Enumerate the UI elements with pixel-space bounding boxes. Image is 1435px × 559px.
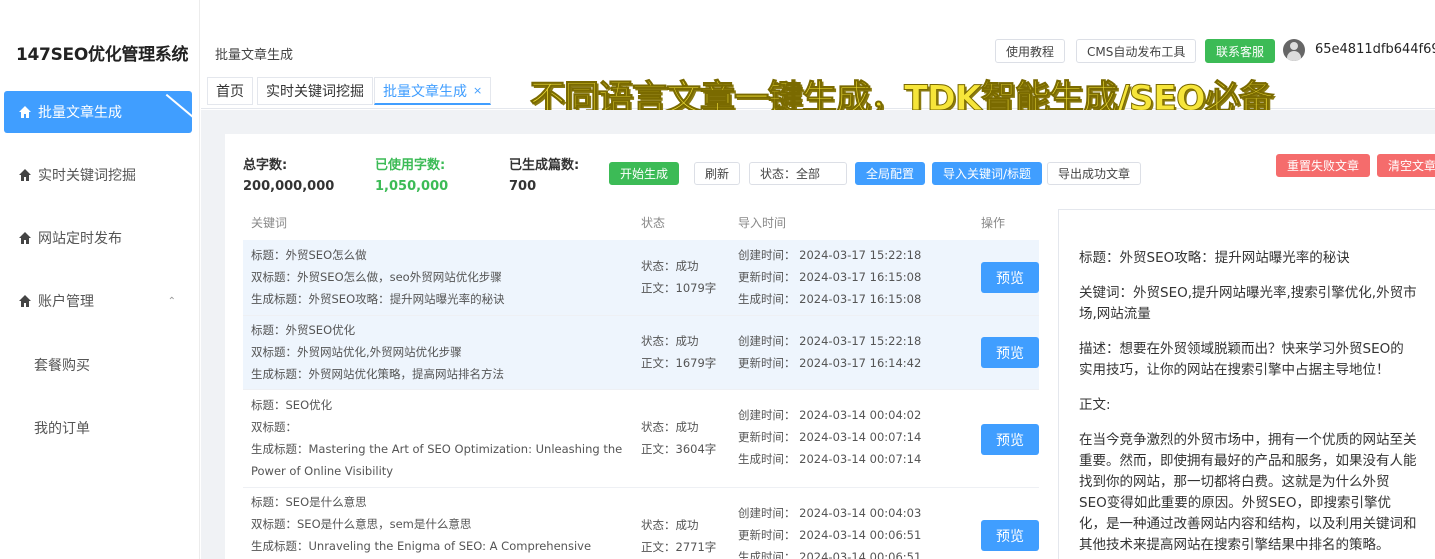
- sidebar-item-label: 账户管理: [38, 294, 94, 310]
- sidebar-item-account[interactable]: 账户管理 ⌃: [4, 280, 192, 322]
- table-row[interactable]: 标题：SEO优化 双标题： 生成标题：Mastering the Art of …: [243, 390, 1039, 488]
- sidebar-subitem-orders[interactable]: 我的订单: [34, 418, 90, 438]
- generated-count-stat: 已生成篇数: 700: [509, 158, 580, 194]
- sidebar-item-scheduled-publish[interactable]: 网站定时发布: [4, 217, 192, 259]
- table-row[interactable]: 标题：外贸SEO优化 双标题：外贸网站优化,外贸网站优化步骤 生成标题：外贸网站…: [243, 316, 1039, 390]
- total-words-stat: 总字数: 200,000,000: [243, 158, 335, 194]
- tab-home[interactable]: 首页: [207, 77, 253, 105]
- table-header: 关键词 状态 导入时间 操作: [251, 216, 1006, 230]
- sidebar-item-label: 批量文章生成: [38, 105, 122, 121]
- used-words-stat: 已使用字数: 1,050,000: [375, 158, 449, 194]
- table-row[interactable]: 标题：SEO是什么意思 双标题：SEO是什么意思，sem是什么意思 生成标题：U…: [243, 488, 1039, 559]
- page-title: 批量文章生成: [215, 48, 294, 63]
- contact-support-button[interactable]: 联系客服: [1205, 39, 1276, 63]
- refresh-button[interactable]: 刷新: [694, 162, 741, 185]
- article-panel: 总字数: 200,000,000 已使用字数: 1,050,000 已生成篇数:…: [225, 134, 1435, 559]
- article-preview-panel: 标题：外贸SEO攻略：提升网站曝光率的秘诀 关键词：外贸SEO,提升网站曝光率,…: [1058, 209, 1435, 559]
- top-header: 批量文章生成 使用教程 CMS自动发布工具 联系客服 65e4811dfb644…: [201, 30, 1435, 72]
- sidebar-subitem-packages[interactable]: 套餐购买: [34, 355, 90, 375]
- preview-title: 标题：外贸SEO攻略：提升网站曝光率的秘诀: [1079, 250, 1350, 266]
- main-content: 总字数: 200,000,000 已使用字数: 1,050,000 已生成篇数:…: [201, 110, 1435, 559]
- sidebar: 147SEO优化管理系统 批量文章生成 实时关键词挖掘 网站定时发布 账户管理 …: [0, 0, 200, 559]
- preview-keywords: 关键词：外贸SEO,提升网站曝光率,搜索引擎优化,外贸市场,网站流量: [1079, 285, 1417, 322]
- preview-body: 在当今竞争激烈的外贸市场中，拥有一个优质的网站至关重要。然而，即使拥有最好的产品…: [1079, 432, 1417, 553]
- preview-button[interactable]: 预览: [981, 520, 1039, 551]
- sidebar-item-batch-article[interactable]: 批量文章生成: [4, 91, 192, 133]
- global-config-button[interactable]: 全局配置: [855, 162, 926, 185]
- start-generate-button[interactable]: 开始生成: [609, 162, 680, 185]
- brand-title: 147SEO优化管理系统: [16, 45, 189, 65]
- close-icon[interactable]: ×: [473, 84, 482, 97]
- tutorial-button[interactable]: 使用教程: [995, 39, 1066, 63]
- preview-button[interactable]: 预览: [981, 337, 1039, 368]
- home-icon: [19, 106, 31, 118]
- sidebar-item-keyword-mining[interactable]: 实时关键词挖掘: [4, 154, 192, 196]
- cms-tool-button[interactable]: CMS自动发布工具: [1076, 39, 1197, 63]
- preview-body-label: 正文:: [1079, 397, 1111, 413]
- tab-batch-article[interactable]: 批量文章生成 ×: [374, 77, 492, 105]
- tab-keyword-mining[interactable]: 实时关键词挖掘: [257, 77, 373, 105]
- home-icon: [19, 169, 31, 181]
- table-row[interactable]: 标题：外贸SEO怎么做 双标题：外贸SEO怎么做，seo外贸网站优化步骤 生成标…: [243, 240, 1039, 316]
- chevron-up-icon: ⌃: [167, 295, 176, 307]
- home-icon: [19, 232, 31, 244]
- avatar[interactable]: [1283, 39, 1305, 61]
- import-keywords-button[interactable]: 导入关键词/标题: [932, 162, 1043, 185]
- sidebar-item-label: 网站定时发布: [38, 231, 122, 247]
- clear-articles-button[interactable]: 清空文章: [1377, 154, 1435, 177]
- export-articles-button[interactable]: 导出成功文章: [1047, 162, 1142, 185]
- preview-button[interactable]: 预览: [981, 424, 1039, 455]
- username[interactable]: 65e4811dfb644f690: [1315, 42, 1435, 57]
- preview-button[interactable]: 预览: [981, 262, 1039, 293]
- sidebar-item-label: 实时关键词挖掘: [38, 168, 136, 184]
- status-filter-select[interactable]: 状态：全部: [749, 162, 847, 185]
- preview-description: 描述：想要在外贸领域脱颖而出？快来学习外贸SEO的实用技巧，让你的网站在搜索引擎…: [1079, 341, 1404, 378]
- reset-failed-button[interactable]: 重置失败文章: [1276, 154, 1371, 177]
- home-icon: [19, 295, 31, 307]
